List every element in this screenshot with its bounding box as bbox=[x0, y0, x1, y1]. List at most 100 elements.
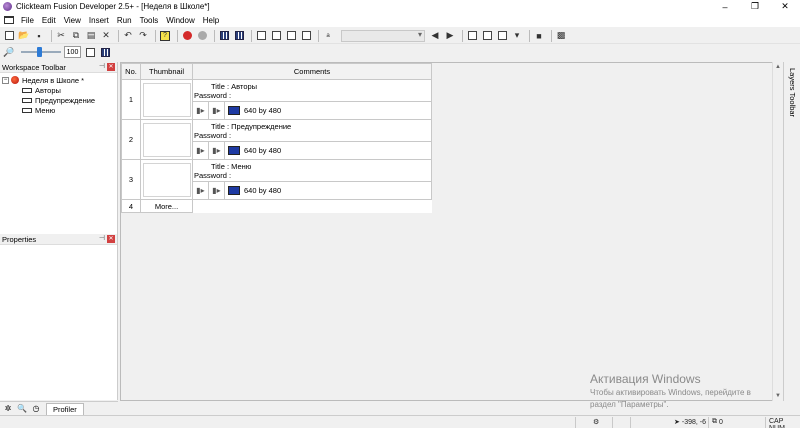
frame-size[interactable]: 640 by 480 bbox=[244, 106, 281, 115]
minimize-button[interactable]: – bbox=[710, 0, 740, 13]
align-icon[interactable] bbox=[466, 30, 478, 42]
menu-help[interactable]: Help bbox=[199, 16, 223, 25]
frame-comments-cell[interactable]: Title : Меню Password : ▮▸ ▮▸ 640 by 480 bbox=[192, 159, 432, 200]
menu-insert[interactable]: Insert bbox=[85, 16, 113, 25]
new-file-icon[interactable] bbox=[3, 30, 15, 42]
tree-item-frame[interactable]: Предупреждение bbox=[0, 95, 117, 105]
event-list-icon[interactable] bbox=[270, 30, 282, 42]
menu-bar: File Edit View Insert Run Tools Window H… bbox=[0, 13, 800, 27]
frame-password[interactable]: Password : bbox=[194, 91, 431, 100]
table-row-more[interactable]: 4 More... bbox=[121, 199, 432, 213]
zoom-slider-thumb[interactable] bbox=[36, 47, 42, 57]
display-options-icon[interactable] bbox=[496, 30, 508, 42]
pin-icon[interactable]: ⊣ bbox=[99, 234, 105, 242]
search-icon[interactable]: 🔍 bbox=[16, 403, 28, 415]
close-icon[interactable]: ✕ bbox=[107, 235, 115, 243]
fade-in-transition-icon[interactable]: ▮▸ bbox=[193, 142, 209, 159]
menu-window[interactable]: Window bbox=[162, 16, 198, 25]
fade-out-transition-icon[interactable]: ▮▸ bbox=[209, 182, 225, 199]
zoom-slider[interactable] bbox=[21, 46, 61, 58]
library-icon[interactable]: ✲ bbox=[2, 403, 14, 415]
undo-icon[interactable]: ↶ bbox=[122, 30, 134, 42]
frame-thumbnail[interactable] bbox=[140, 119, 193, 160]
run-application-icon[interactable] bbox=[181, 30, 193, 42]
frame-editor-icon[interactable] bbox=[233, 30, 245, 42]
menu-view[interactable]: View bbox=[60, 16, 85, 25]
cut-icon[interactable]: ✂ bbox=[55, 30, 67, 42]
stop-icon[interactable]: ■ bbox=[533, 30, 545, 42]
menu-run[interactable]: Run bbox=[113, 16, 136, 25]
text-tool-icon[interactable]: ᵃ bbox=[322, 30, 334, 42]
menu-edit[interactable]: Edit bbox=[38, 16, 60, 25]
frame-title[interactable]: Title : Предупреждение bbox=[194, 122, 431, 131]
previous-frame-icon[interactable]: ◀ bbox=[429, 30, 441, 42]
frame-password[interactable]: Password : bbox=[194, 131, 431, 140]
event-editor-icon[interactable] bbox=[255, 30, 267, 42]
scroll-up-icon[interactable]: ▲ bbox=[774, 63, 782, 71]
tree-item-frame[interactable]: Меню bbox=[0, 105, 117, 115]
status-bar: ⚙ ➤ -398, -6 ⧉ 0 CAP NUM bbox=[0, 415, 800, 428]
storyboard-table: No. Thumbnail Comments 1 Title : Авторы … bbox=[121, 63, 432, 213]
frame-comments-cell[interactable]: Title : Авторы Password : ▮▸ ▮▸ 640 by 4… bbox=[192, 79, 432, 120]
document-menu-icon[interactable] bbox=[4, 16, 14, 24]
save-icon[interactable]: ▪ bbox=[33, 30, 45, 42]
open-folder-icon[interactable]: 📂 bbox=[18, 30, 30, 42]
tree-item-frame[interactable]: Авторы bbox=[0, 85, 117, 95]
table-view-icon[interactable] bbox=[300, 30, 312, 42]
table-row[interactable]: 3 Title : Меню Password : ▮▸ ▮▸ 640 by 4… bbox=[121, 159, 432, 200]
table-row[interactable]: 1 Title : Авторы Password : ▮▸ ▮▸ 640 by… bbox=[121, 79, 432, 120]
run-frame-icon[interactable] bbox=[196, 30, 208, 42]
collapse-icon[interactable]: − bbox=[2, 76, 9, 84]
group-icon[interactable] bbox=[481, 30, 493, 42]
close-button[interactable]: ✕ bbox=[770, 0, 800, 13]
restore-button[interactable]: ❐ bbox=[740, 0, 770, 13]
paste-icon[interactable]: ▤ bbox=[85, 30, 97, 42]
zoom-toolbar: 🔎 100 bbox=[0, 44, 800, 60]
frame-title[interactable]: Title : Меню bbox=[194, 162, 431, 171]
window-title: Clickteam Fusion Developer 2.5+ - [Недел… bbox=[16, 2, 210, 11]
film-strip-icon[interactable]: ▩ bbox=[555, 30, 567, 42]
copy-icon[interactable]: ⧉ bbox=[70, 30, 82, 42]
more-frames-button[interactable]: More... bbox=[140, 199, 193, 213]
storyboard-editor-icon[interactable] bbox=[218, 30, 230, 42]
fade-out-transition-icon[interactable]: ▮▸ bbox=[209, 142, 225, 159]
menu-tools[interactable]: Tools bbox=[136, 16, 163, 25]
close-icon[interactable]: ✕ bbox=[107, 63, 115, 71]
next-frame-icon[interactable]: ▶ bbox=[444, 30, 456, 42]
window-layout-icon[interactable] bbox=[84, 46, 96, 58]
layers-toolbar-label[interactable]: Layers Toolbar bbox=[788, 68, 797, 117]
redo-icon[interactable]: ↷ bbox=[137, 30, 149, 42]
help-icon[interactable]: ? bbox=[159, 30, 171, 42]
delete-icon[interactable]: ✕ bbox=[100, 30, 112, 42]
frame-size[interactable]: 640 by 480 bbox=[244, 146, 281, 155]
chevron-down-icon[interactable]: ▾ bbox=[511, 30, 523, 42]
app-icon bbox=[3, 2, 12, 11]
bottom-tab-bar: ✲ 🔍 ◷ Profiler bbox=[0, 401, 118, 415]
workspace-panel-header: Workspace Toolbar ⊣ ✕ bbox=[0, 62, 117, 73]
fade-out-transition-icon[interactable]: ▮▸ bbox=[209, 102, 225, 119]
table-row[interactable]: 2 Title : Предупреждение Password : ▮▸ ▮… bbox=[121, 119, 432, 160]
frame-selector-dropdown[interactable] bbox=[341, 29, 425, 42]
layers-toolbar-strip[interactable]: Layers Toolbar bbox=[783, 62, 800, 401]
grid-layout-icon[interactable] bbox=[99, 46, 111, 58]
row-number: 3 bbox=[121, 159, 141, 200]
frame-icon bbox=[22, 87, 32, 93]
zoom-value[interactable]: 100 bbox=[64, 46, 81, 58]
row-number: 1 bbox=[121, 79, 141, 120]
frame-thumbnail[interactable] bbox=[140, 79, 193, 120]
clock-icon[interactable]: ◷ bbox=[30, 403, 42, 415]
frame-password[interactable]: Password : bbox=[194, 171, 431, 180]
frame-title[interactable]: Title : Авторы bbox=[194, 82, 431, 91]
menu-file[interactable]: File bbox=[17, 16, 38, 25]
frame-thumbnail[interactable] bbox=[140, 159, 193, 200]
scroll-down-icon[interactable]: ▼ bbox=[774, 392, 782, 400]
pin-icon[interactable]: ⊣ bbox=[99, 62, 105, 70]
data-elements-icon[interactable] bbox=[285, 30, 297, 42]
fade-in-transition-icon[interactable]: ▮▸ bbox=[193, 182, 209, 199]
frame-size[interactable]: 640 by 480 bbox=[244, 186, 281, 195]
vertical-scrollbar[interactable]: ▲ ▼ bbox=[772, 62, 782, 401]
frame-comments-cell[interactable]: Title : Предупреждение Password : ▮▸ ▮▸ … bbox=[192, 119, 432, 160]
tree-item-label: Меню bbox=[35, 105, 56, 115]
tab-profiler[interactable]: Profiler bbox=[46, 402, 84, 415]
fade-in-transition-icon[interactable]: ▮▸ bbox=[193, 102, 209, 119]
